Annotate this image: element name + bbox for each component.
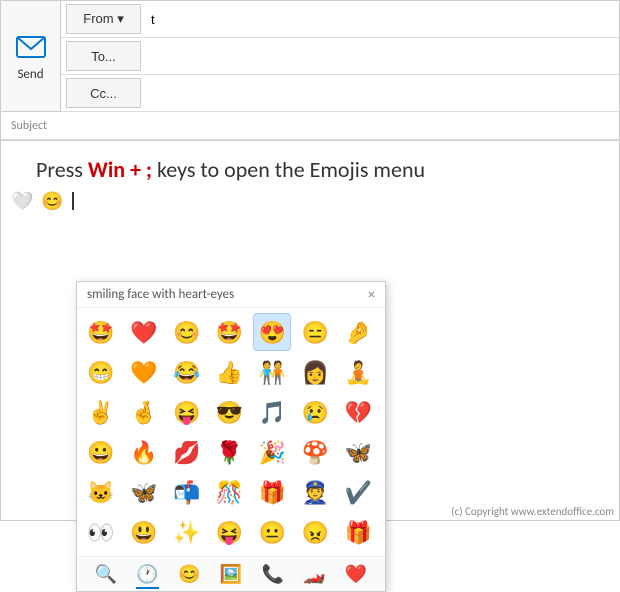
emoji-cell[interactable]: 🤩 [211, 313, 249, 351]
cc-button[interactable]: Cc... [66, 78, 141, 108]
instruction-part2: keys to open the Emojis menu [152, 156, 425, 183]
emoji-cell[interactable]: 🎵 [253, 393, 291, 431]
email-body[interactable]: Press Win + ; keys to open the Emojis me… [0, 141, 620, 521]
emoji-cell[interactable]: 😃 [125, 513, 163, 551]
to-input[interactable] [146, 38, 619, 74]
emoji-cell[interactable]: ✌️ [82, 393, 120, 431]
instruction-text: Press Win + ; keys to open the Emojis me… [6, 146, 614, 188]
email-compose: Send From ▾ To... Cc... Subject [0, 0, 620, 141]
emoji-cell[interactable]: 🔥 [125, 433, 163, 471]
footer-icon-6[interactable]: ❤️ [345, 563, 367, 585]
instruction-part1: Press [36, 156, 88, 183]
emoji-cell[interactable]: 🎊 [211, 473, 249, 511]
emoji-cell[interactable]: 🤌 [339, 313, 377, 351]
emoji-cell[interactable]: 🎉 [253, 433, 291, 471]
subject-label: Subject [11, 119, 47, 133]
emoji-cell[interactable]: 👀 [82, 513, 120, 551]
win-key-shortcut: Win + ; [88, 156, 152, 183]
emoji-cell[interactable]: 💋 [168, 433, 206, 471]
subject-row: Subject [1, 112, 619, 140]
emoji-cell[interactable]: 🎁 [339, 513, 377, 551]
footer-icon-1[interactable]: 🕐 [136, 563, 158, 585]
emoji-cell[interactable]: 🦋 [125, 473, 163, 511]
copyright: (c) Copyright www.extendoffice.com [451, 505, 614, 518]
emoji-cell[interactable]: 😝 [211, 513, 249, 551]
emoji-cell[interactable]: 😢 [296, 393, 334, 431]
emoji-cell[interactable]: 🦋 [339, 433, 377, 471]
emoji-cell[interactable]: 🐱 [82, 473, 120, 511]
footer-icon-4[interactable]: 📞 [261, 563, 283, 585]
footer-icon-2[interactable]: 😊 [178, 563, 200, 585]
emoji-cell[interactable]: 👩 [296, 353, 334, 391]
text-cursor [72, 192, 74, 210]
to-row: To... [61, 38, 619, 75]
emoji-panel-header: smiling face with heart-eyes × [77, 282, 385, 308]
emoji-cell[interactable]: 🧑‍🤝‍🧑 [253, 353, 291, 391]
emoji-cell[interactable]: 📬 [168, 473, 206, 511]
emoji-cell[interactable]: 😐 [253, 513, 291, 551]
emoji-cell[interactable]: 💔 [339, 393, 377, 431]
emoji-cell[interactable]: 😠 [296, 513, 334, 551]
emoji-cell[interactable]: 😝 [168, 393, 206, 431]
emoji-panel: smiling face with heart-eyes × 🤩❤️😊🤩😍😑🤌😁… [76, 281, 386, 592]
cc-row: Cc... [61, 75, 619, 112]
emoji-cell[interactable]: 🧘 [339, 353, 377, 391]
subject-input[interactable] [52, 115, 619, 136]
emoji-cell[interactable]: ❤️ [125, 313, 163, 351]
heart-icon[interactable]: 🤍 [11, 190, 33, 212]
fields-area: From ▾ To... Cc... [61, 1, 619, 112]
emoji-panel-footer: 🔍 🕐 😊 🖼️ 📞 🏎️ ❤️ [77, 556, 385, 591]
from-button[interactable]: From ▾ [66, 4, 141, 34]
from-input[interactable] [146, 1, 619, 37]
emoji-cell[interactable]: ✨ [168, 513, 206, 551]
emoji-cell[interactable]: 👮 [296, 473, 334, 511]
emoji-close-button[interactable]: × [368, 288, 375, 302]
emoji-cell[interactable]: 🧡 [125, 353, 163, 391]
emoji-cell[interactable]: 😊 [168, 313, 206, 351]
from-row: From ▾ [61, 1, 619, 38]
emoji-cell[interactable]: 👍 [211, 353, 249, 391]
emoji-icon[interactable]: 😊 [41, 190, 63, 212]
toolbar-row: 🤍 😊 [6, 188, 614, 214]
emoji-panel-title: smiling face with heart-eyes [87, 287, 234, 302]
emoji-cell[interactable]: 🤞 [125, 393, 163, 431]
emoji-cell[interactable]: 😀 [82, 433, 120, 471]
footer-icon-5[interactable]: 🏎️ [303, 563, 325, 585]
to-button[interactable]: To... [66, 41, 141, 71]
emoji-cell[interactable]: 😂 [168, 353, 206, 391]
emoji-cell[interactable]: 🎁 [253, 473, 291, 511]
footer-icon-3[interactable]: 🖼️ [220, 563, 242, 585]
emoji-cell[interactable]: 😍 [253, 313, 291, 351]
emoji-cell[interactable]: 🤩 [82, 313, 120, 351]
emoji-cell[interactable]: 🍄 [296, 433, 334, 471]
send-icon [15, 31, 47, 63]
email-header: Send From ▾ To... Cc... [1, 1, 619, 112]
emoji-grid: 🤩❤️😊🤩😍😑🤌😁🧡😂👍🧑‍🤝‍🧑👩🧘✌️🤞😝😎🎵😢💔😀🔥💋🌹🎉🍄🦋🐱🦋📬🎊🎁👮… [77, 308, 385, 556]
emoji-cell[interactable]: 😁 [82, 353, 120, 391]
cc-input[interactable] [146, 75, 619, 111]
emoji-cell[interactable]: 😎 [211, 393, 249, 431]
footer-icon-0[interactable]: 🔍 [95, 563, 117, 585]
emoji-cell[interactable]: 🌹 [211, 433, 249, 471]
send-label: Send [17, 67, 43, 82]
send-button[interactable]: Send [1, 1, 61, 112]
emoji-cell[interactable]: 😑 [296, 313, 334, 351]
emoji-cell[interactable]: ✔️ [339, 473, 377, 511]
